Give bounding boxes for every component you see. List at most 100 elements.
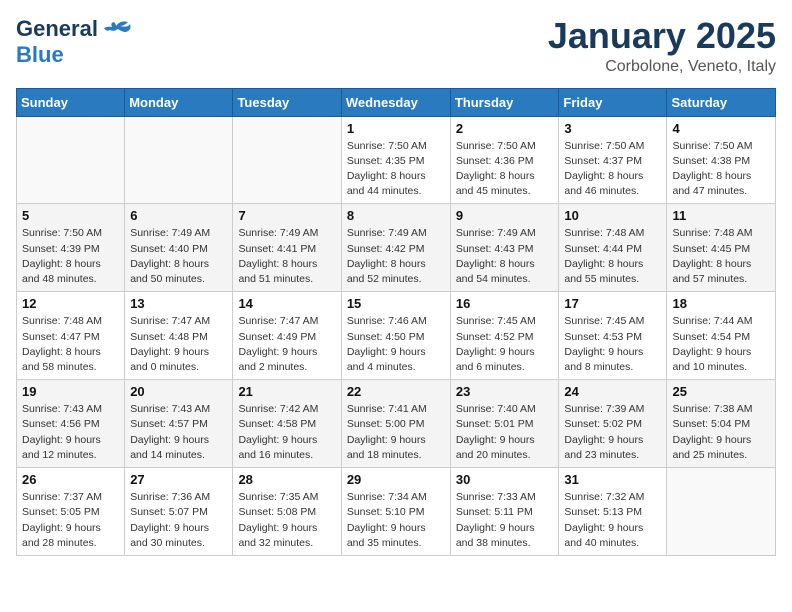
day-cell: 11Sunrise: 7:48 AM Sunset: 4:45 PM Dayli…	[667, 204, 776, 292]
column-header-thursday: Thursday	[450, 88, 559, 116]
day-number: 31	[564, 472, 661, 487]
day-cell: 29 Sunrise: 7:34 AM Sunset: 5:10 PM Dayli…	[341, 468, 450, 556]
logo-blue: Blue	[16, 42, 64, 68]
day-number: 24	[564, 384, 661, 399]
day-info: Sunrise: 7:45 AM Sunset: 4:53 PM Dayligh…	[564, 314, 661, 375]
day-cell: 18 Sunrise: 7:44 AM Sunset: 4:54 PM Dayli…	[667, 292, 776, 380]
logo: General Blue	[16, 16, 132, 68]
day-info: Sunrise: 7:50 AM Sunset: 4:38 PM Dayligh…	[672, 139, 770, 200]
day-cell: 30 Sunrise: 7:33 AM Sunset: 5:11 PM Dayli…	[450, 468, 559, 556]
day-cell: 21 Sunrise: 7:42 AM Sunset: 4:58 PM Dayli…	[233, 380, 341, 468]
day-cell	[233, 116, 341, 204]
day-info: Sunrise: 7:49 AM Sunset: 4:40 PM Dayligh…	[130, 226, 227, 287]
column-header-saturday: Saturday	[667, 88, 776, 116]
day-cell: 14 Sunrise: 7:47 AM Sunset: 4:49 PM Dayli…	[233, 292, 341, 380]
day-info: Sunrise: 7:48 AM Sunset: 4:45 PM Dayligh…	[672, 226, 770, 287]
day-info: Sunrise: 7:34 AM Sunset: 5:10 PM Dayligh…	[347, 490, 445, 551]
day-number: 3	[564, 121, 661, 136]
day-number: 26	[22, 472, 119, 487]
logo-general: General	[16, 16, 98, 42]
day-number: 29	[347, 472, 445, 487]
day-number: 14	[238, 296, 335, 311]
day-info: Sunrise: 7:47 AM Sunset: 4:48 PM Dayligh…	[130, 314, 227, 375]
day-cell	[17, 116, 125, 204]
day-number: 20	[130, 384, 227, 399]
column-header-monday: Monday	[125, 88, 233, 116]
day-info: Sunrise: 7:32 AM Sunset: 5:13 PM Dayligh…	[564, 490, 661, 551]
day-number: 22	[347, 384, 445, 399]
day-cell: 17 Sunrise: 7:45 AM Sunset: 4:53 PM Dayli…	[559, 292, 667, 380]
day-cell: 16 Sunrise: 7:45 AM Sunset: 4:52 PM Dayli…	[450, 292, 559, 380]
calendar-header-row: SundayMondayTuesdayWednesdayThursdayFrid…	[17, 88, 776, 116]
day-cell: 27 Sunrise: 7:36 AM Sunset: 5:07 PM Dayli…	[125, 468, 233, 556]
day-info: Sunrise: 7:43 AM Sunset: 4:56 PM Dayligh…	[22, 402, 119, 463]
day-number: 9	[456, 208, 554, 223]
day-info: Sunrise: 7:48 AM Sunset: 4:44 PM Dayligh…	[564, 226, 661, 287]
day-cell: 5Sunrise: 7:50 AM Sunset: 4:39 PM Daylig…	[17, 204, 125, 292]
day-info: Sunrise: 7:50 AM Sunset: 4:37 PM Dayligh…	[564, 139, 661, 200]
day-cell: 1Sunrise: 7:50 AM Sunset: 4:35 PM Daylig…	[341, 116, 450, 204]
day-info: Sunrise: 7:44 AM Sunset: 4:54 PM Dayligh…	[672, 314, 770, 375]
header: General Blue January 2025 Corbolone, Ven…	[16, 16, 776, 76]
day-cell: 12Sunrise: 7:48 AM Sunset: 4:47 PM Dayli…	[17, 292, 125, 380]
day-number: 21	[238, 384, 335, 399]
day-cell: 4 Sunrise: 7:50 AM Sunset: 4:38 PM Daylig…	[667, 116, 776, 204]
day-info: Sunrise: 7:39 AM Sunset: 5:02 PM Dayligh…	[564, 402, 661, 463]
day-cell: 6 Sunrise: 7:49 AM Sunset: 4:40 PM Daylig…	[125, 204, 233, 292]
column-header-tuesday: Tuesday	[233, 88, 341, 116]
day-info: Sunrise: 7:49 AM Sunset: 4:42 PM Dayligh…	[347, 226, 445, 287]
day-cell: 22 Sunrise: 7:41 AM Sunset: 5:00 PM Dayli…	[341, 380, 450, 468]
day-info: Sunrise: 7:49 AM Sunset: 4:41 PM Dayligh…	[238, 226, 335, 287]
day-number: 12	[22, 296, 119, 311]
day-info: Sunrise: 7:41 AM Sunset: 5:00 PM Dayligh…	[347, 402, 445, 463]
day-info: Sunrise: 7:43 AM Sunset: 4:57 PM Dayligh…	[130, 402, 227, 463]
day-cell: 28 Sunrise: 7:35 AM Sunset: 5:08 PM Dayli…	[233, 468, 341, 556]
day-number: 10	[564, 208, 661, 223]
day-number: 18	[672, 296, 770, 311]
day-cell: 2Sunrise: 7:50 AM Sunset: 4:36 PM Daylig…	[450, 116, 559, 204]
day-cell: 9 Sunrise: 7:49 AM Sunset: 4:43 PM Daylig…	[450, 204, 559, 292]
week-row-3: 12Sunrise: 7:48 AM Sunset: 4:47 PM Dayli…	[17, 292, 776, 380]
day-number: 4	[672, 121, 770, 136]
day-number: 30	[456, 472, 554, 487]
day-info: Sunrise: 7:50 AM Sunset: 4:35 PM Dayligh…	[347, 139, 445, 200]
day-info: Sunrise: 7:40 AM Sunset: 5:01 PM Dayligh…	[456, 402, 554, 463]
day-number: 15	[347, 296, 445, 311]
day-number: 17	[564, 296, 661, 311]
day-info: Sunrise: 7:47 AM Sunset: 4:49 PM Dayligh…	[238, 314, 335, 375]
day-cell: 10 Sunrise: 7:48 AM Sunset: 4:44 PM Dayli…	[559, 204, 667, 292]
day-info: Sunrise: 7:33 AM Sunset: 5:11 PM Dayligh…	[456, 490, 554, 551]
day-cell: 26 Sunrise: 7:37 AM Sunset: 5:05 PM Dayli…	[17, 468, 125, 556]
day-cell: 7Sunrise: 7:49 AM Sunset: 4:41 PM Daylig…	[233, 204, 341, 292]
day-number: 16	[456, 296, 554, 311]
day-cell: 15 Sunrise: 7:46 AM Sunset: 4:50 PM Dayli…	[341, 292, 450, 380]
title-area: January 2025 Corbolone, Veneto, Italy	[548, 16, 776, 76]
day-info: Sunrise: 7:49 AM Sunset: 4:43 PM Dayligh…	[456, 226, 554, 287]
logo-bird-icon	[102, 18, 132, 40]
week-row-4: 19Sunrise: 7:43 AM Sunset: 4:56 PM Dayli…	[17, 380, 776, 468]
day-cell: 31 Sunrise: 7:32 AM Sunset: 5:13 PM Dayli…	[559, 468, 667, 556]
calendar: SundayMondayTuesdayWednesdayThursdayFrid…	[16, 88, 776, 556]
column-header-sunday: Sunday	[17, 88, 125, 116]
day-number: 6	[130, 208, 227, 223]
day-info: Sunrise: 7:37 AM Sunset: 5:05 PM Dayligh…	[22, 490, 119, 551]
column-header-wednesday: Wednesday	[341, 88, 450, 116]
day-info: Sunrise: 7:36 AM Sunset: 5:07 PM Dayligh…	[130, 490, 227, 551]
day-number: 27	[130, 472, 227, 487]
day-cell: 3 Sunrise: 7:50 AM Sunset: 4:37 PM Daylig…	[559, 116, 667, 204]
day-info: Sunrise: 7:42 AM Sunset: 4:58 PM Dayligh…	[238, 402, 335, 463]
week-row-1: 1Sunrise: 7:50 AM Sunset: 4:35 PM Daylig…	[17, 116, 776, 204]
day-cell: 23Sunrise: 7:40 AM Sunset: 5:01 PM Dayli…	[450, 380, 559, 468]
day-number: 25	[672, 384, 770, 399]
day-cell: 13 Sunrise: 7:47 AM Sunset: 4:48 PM Dayli…	[125, 292, 233, 380]
day-cell: 8 Sunrise: 7:49 AM Sunset: 4:42 PM Daylig…	[341, 204, 450, 292]
day-info: Sunrise: 7:46 AM Sunset: 4:50 PM Dayligh…	[347, 314, 445, 375]
day-cell: 19Sunrise: 7:43 AM Sunset: 4:56 PM Dayli…	[17, 380, 125, 468]
day-cell: 24 Sunrise: 7:39 AM Sunset: 5:02 PM Dayli…	[559, 380, 667, 468]
day-number: 8	[347, 208, 445, 223]
day-number: 2	[456, 121, 554, 136]
day-info: Sunrise: 7:45 AM Sunset: 4:52 PM Dayligh…	[456, 314, 554, 375]
day-number: 13	[130, 296, 227, 311]
day-info: Sunrise: 7:35 AM Sunset: 5:08 PM Dayligh…	[238, 490, 335, 551]
day-number: 28	[238, 472, 335, 487]
